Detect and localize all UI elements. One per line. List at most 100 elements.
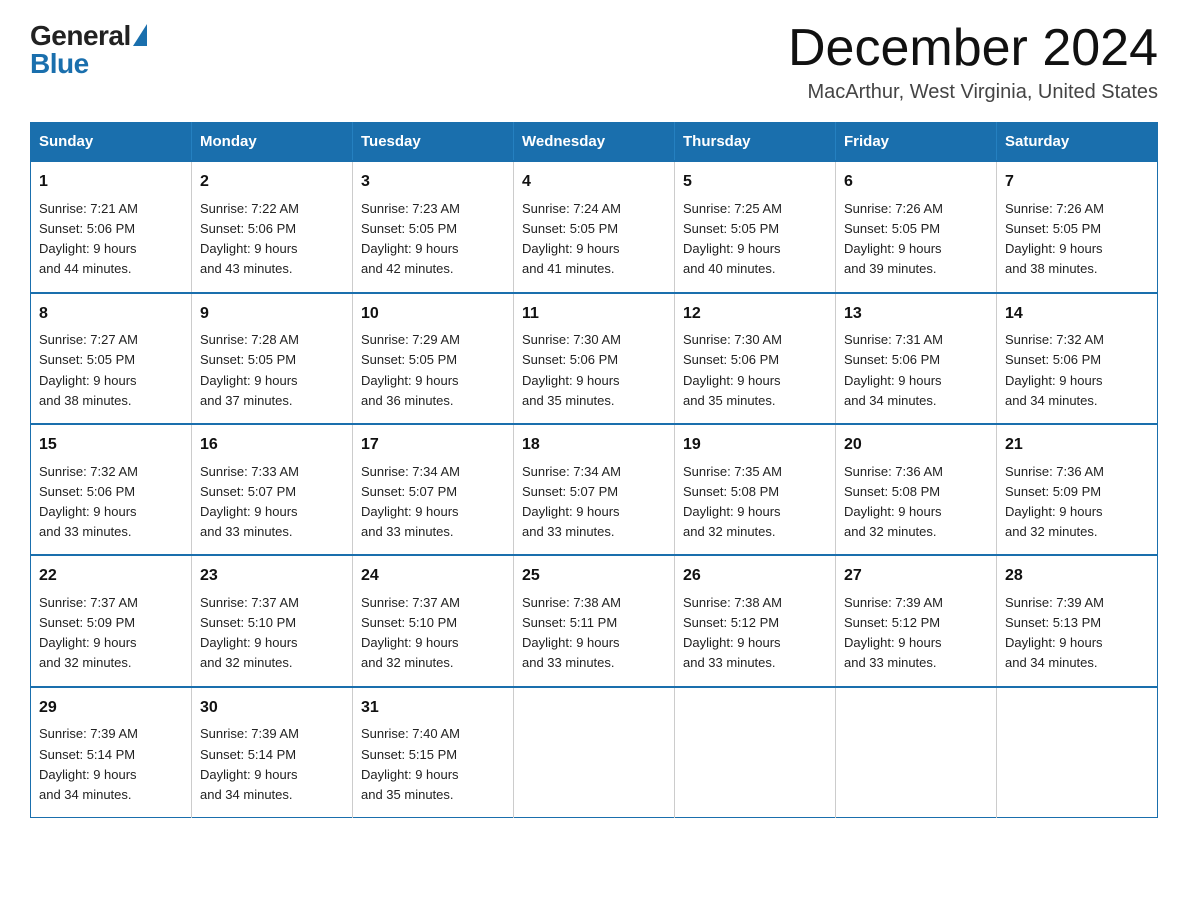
day-info: Sunrise: 7:30 AM Sunset: 5:06 PM Dayligh…: [522, 330, 666, 411]
daylight-minutes: and 35 minutes.: [361, 787, 454, 802]
sunset-label: Sunset: 5:15 PM: [361, 747, 457, 762]
sunrise-label: Sunrise: 7:37 AM: [361, 595, 460, 610]
daylight-label: Daylight: 9 hours: [683, 504, 781, 519]
sunset-label: Sunset: 5:06 PM: [1005, 352, 1101, 367]
sunrise-label: Sunrise: 7:28 AM: [200, 332, 299, 347]
logo-blue-text: Blue: [30, 48, 89, 80]
daylight-label: Daylight: 9 hours: [1005, 635, 1103, 650]
day-number: 2: [200, 170, 344, 195]
sunset-label: Sunset: 5:06 PM: [39, 221, 135, 236]
calendar-day-cell: 9 Sunrise: 7:28 AM Sunset: 5:05 PM Dayli…: [192, 293, 353, 424]
calendar-day-cell: 15 Sunrise: 7:32 AM Sunset: 5:06 PM Dayl…: [31, 424, 192, 555]
calendar-day-cell: 26 Sunrise: 7:38 AM Sunset: 5:12 PM Dayl…: [675, 555, 836, 686]
daylight-label: Daylight: 9 hours: [361, 373, 459, 388]
daylight-minutes: and 32 minutes.: [844, 524, 937, 539]
calendar-week-row: 1 Sunrise: 7:21 AM Sunset: 5:06 PM Dayli…: [31, 161, 1158, 292]
day-number: 28: [1005, 564, 1149, 589]
sunrise-label: Sunrise: 7:29 AM: [361, 332, 460, 347]
daylight-minutes: and 33 minutes.: [522, 524, 615, 539]
sunset-label: Sunset: 5:05 PM: [361, 352, 457, 367]
daylight-minutes: and 32 minutes.: [361, 655, 454, 670]
daylight-label: Daylight: 9 hours: [361, 504, 459, 519]
sunset-label: Sunset: 5:14 PM: [39, 747, 135, 762]
daylight-label: Daylight: 9 hours: [39, 504, 137, 519]
sunset-label: Sunset: 5:09 PM: [1005, 484, 1101, 499]
daylight-minutes: and 32 minutes.: [200, 655, 293, 670]
daylight-label: Daylight: 9 hours: [39, 635, 137, 650]
daylight-minutes: and 34 minutes.: [200, 787, 293, 802]
day-of-week-header: Monday: [192, 123, 353, 162]
day-number: 15: [39, 433, 183, 458]
logo: General Blue: [30, 20, 147, 80]
sunrise-label: Sunrise: 7:21 AM: [39, 201, 138, 216]
day-number: 4: [522, 170, 666, 195]
calendar-day-cell: 10 Sunrise: 7:29 AM Sunset: 5:05 PM Dayl…: [353, 293, 514, 424]
day-info: Sunrise: 7:36 AM Sunset: 5:08 PM Dayligh…: [844, 462, 988, 543]
sunrise-label: Sunrise: 7:37 AM: [200, 595, 299, 610]
calendar-day-cell: 25 Sunrise: 7:38 AM Sunset: 5:11 PM Dayl…: [514, 555, 675, 686]
calendar-week-row: 15 Sunrise: 7:32 AM Sunset: 5:06 PM Dayl…: [31, 424, 1158, 555]
calendar-day-cell: 8 Sunrise: 7:27 AM Sunset: 5:05 PM Dayli…: [31, 293, 192, 424]
day-number: 24: [361, 564, 505, 589]
day-number: 12: [683, 302, 827, 327]
calendar-day-cell: 30 Sunrise: 7:39 AM Sunset: 5:14 PM Dayl…: [192, 687, 353, 818]
calendar-day-cell: 18 Sunrise: 7:34 AM Sunset: 5:07 PM Dayl…: [514, 424, 675, 555]
daylight-minutes: and 39 minutes.: [844, 261, 937, 276]
day-info: Sunrise: 7:39 AM Sunset: 5:14 PM Dayligh…: [200, 724, 344, 805]
calendar-week-row: 22 Sunrise: 7:37 AM Sunset: 5:09 PM Dayl…: [31, 555, 1158, 686]
day-info: Sunrise: 7:28 AM Sunset: 5:05 PM Dayligh…: [200, 330, 344, 411]
day-info: Sunrise: 7:39 AM Sunset: 5:13 PM Dayligh…: [1005, 593, 1149, 674]
sunrise-label: Sunrise: 7:38 AM: [683, 595, 782, 610]
calendar-day-cell: 17 Sunrise: 7:34 AM Sunset: 5:07 PM Dayl…: [353, 424, 514, 555]
daylight-label: Daylight: 9 hours: [361, 241, 459, 256]
day-number: 26: [683, 564, 827, 589]
daylight-minutes: and 37 minutes.: [200, 393, 293, 408]
day-info: Sunrise: 7:33 AM Sunset: 5:07 PM Dayligh…: [200, 462, 344, 543]
day-info: Sunrise: 7:32 AM Sunset: 5:06 PM Dayligh…: [1005, 330, 1149, 411]
sunset-label: Sunset: 5:06 PM: [39, 484, 135, 499]
location-subtitle: MacArthur, West Virginia, United States: [788, 81, 1158, 104]
sunset-label: Sunset: 5:12 PM: [844, 615, 940, 630]
day-info: Sunrise: 7:39 AM Sunset: 5:14 PM Dayligh…: [39, 724, 183, 805]
calendar-day-cell: [675, 687, 836, 818]
sunset-label: Sunset: 5:10 PM: [200, 615, 296, 630]
day-info: Sunrise: 7:36 AM Sunset: 5:09 PM Dayligh…: [1005, 462, 1149, 543]
sunrise-label: Sunrise: 7:40 AM: [361, 726, 460, 741]
calendar-day-cell: 3 Sunrise: 7:23 AM Sunset: 5:05 PM Dayli…: [353, 161, 514, 292]
day-number: 23: [200, 564, 344, 589]
calendar-day-cell: 5 Sunrise: 7:25 AM Sunset: 5:05 PM Dayli…: [675, 161, 836, 292]
sunrise-label: Sunrise: 7:36 AM: [844, 464, 943, 479]
sunrise-label: Sunrise: 7:35 AM: [683, 464, 782, 479]
daylight-minutes: and 32 minutes.: [39, 655, 132, 670]
sunrise-label: Sunrise: 7:22 AM: [200, 201, 299, 216]
day-info: Sunrise: 7:22 AM Sunset: 5:06 PM Dayligh…: [200, 199, 344, 280]
calendar-day-cell: 2 Sunrise: 7:22 AM Sunset: 5:06 PM Dayli…: [192, 161, 353, 292]
daylight-label: Daylight: 9 hours: [361, 635, 459, 650]
day-number: 17: [361, 433, 505, 458]
day-info: Sunrise: 7:35 AM Sunset: 5:08 PM Dayligh…: [683, 462, 827, 543]
sunrise-label: Sunrise: 7:39 AM: [844, 595, 943, 610]
daylight-minutes: and 38 minutes.: [39, 393, 132, 408]
sunrise-label: Sunrise: 7:26 AM: [1005, 201, 1104, 216]
day-info: Sunrise: 7:23 AM Sunset: 5:05 PM Dayligh…: [361, 199, 505, 280]
calendar-day-cell: 1 Sunrise: 7:21 AM Sunset: 5:06 PM Dayli…: [31, 161, 192, 292]
calendar-day-cell: 20 Sunrise: 7:36 AM Sunset: 5:08 PM Dayl…: [836, 424, 997, 555]
sunrise-label: Sunrise: 7:39 AM: [39, 726, 138, 741]
sunrise-label: Sunrise: 7:23 AM: [361, 201, 460, 216]
daylight-label: Daylight: 9 hours: [200, 635, 298, 650]
daylight-minutes: and 33 minutes.: [39, 524, 132, 539]
calendar-day-cell: 12 Sunrise: 7:30 AM Sunset: 5:06 PM Dayl…: [675, 293, 836, 424]
day-number: 1: [39, 170, 183, 195]
daylight-label: Daylight: 9 hours: [522, 373, 620, 388]
calendar-day-cell: 11 Sunrise: 7:30 AM Sunset: 5:06 PM Dayl…: [514, 293, 675, 424]
sunset-label: Sunset: 5:07 PM: [361, 484, 457, 499]
sunset-label: Sunset: 5:07 PM: [200, 484, 296, 499]
day-info: Sunrise: 7:30 AM Sunset: 5:06 PM Dayligh…: [683, 330, 827, 411]
sunrise-label: Sunrise: 7:37 AM: [39, 595, 138, 610]
title-block: December 2024 MacArthur, West Virginia, …: [788, 20, 1158, 104]
day-of-week-header: Wednesday: [514, 123, 675, 162]
calendar-body: 1 Sunrise: 7:21 AM Sunset: 5:06 PM Dayli…: [31, 161, 1158, 817]
sunrise-label: Sunrise: 7:38 AM: [522, 595, 621, 610]
calendar-day-cell: [514, 687, 675, 818]
sunrise-label: Sunrise: 7:30 AM: [683, 332, 782, 347]
